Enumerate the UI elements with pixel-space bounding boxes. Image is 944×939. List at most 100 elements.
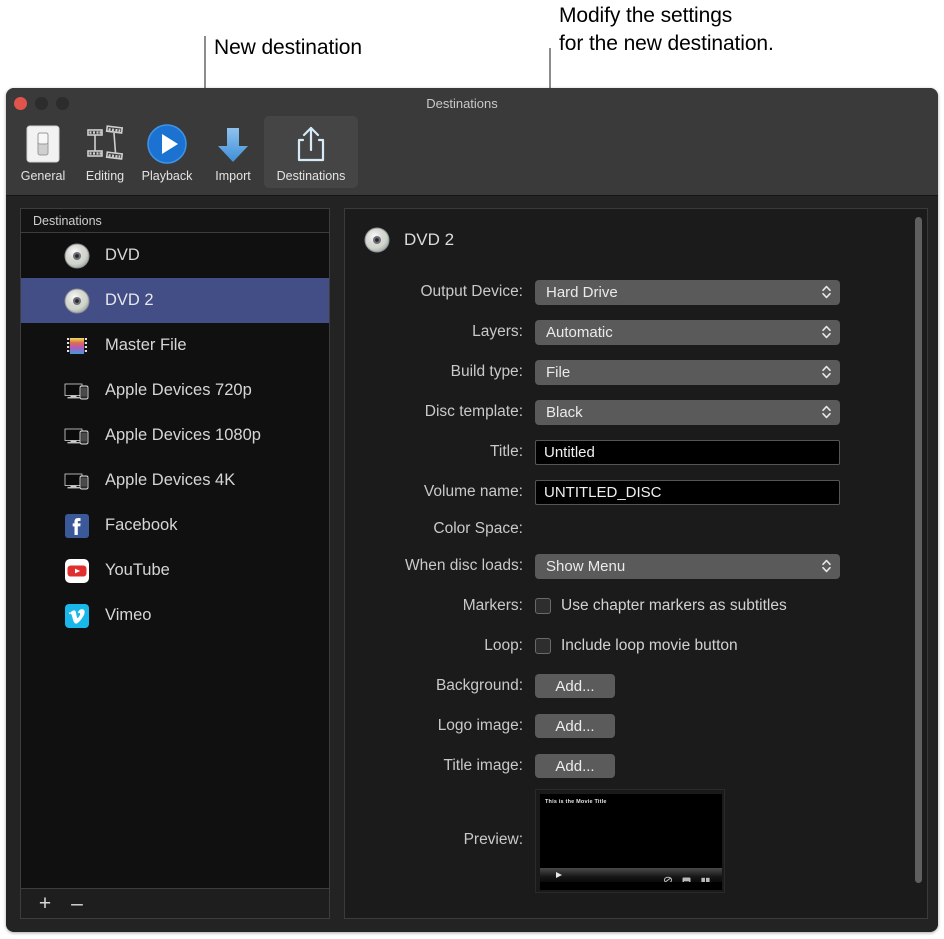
list-item-dvd-2-label: DVD 2: [105, 291, 154, 310]
output-device-value: Hard Drive: [546, 284, 618, 301]
youtube-icon: [63, 557, 91, 585]
window-toolbar: Destinations General: [6, 88, 938, 196]
switch-icon: [23, 120, 63, 168]
list-item-youtube[interactable]: YouTube: [21, 548, 329, 593]
title-image-label: Title image:: [345, 757, 535, 775]
down-arrow-icon: [211, 120, 255, 168]
destinations-list-header-label: Destinations: [33, 214, 102, 228]
list-item-apple-devices-720p[interactable]: Apple Devices 720p: [21, 368, 329, 413]
row-title: Title: Untitled: [345, 432, 927, 472]
when-disc-loads-label: When disc loads:: [345, 557, 535, 575]
row-output-device: Output Device: Hard Drive: [345, 272, 927, 312]
close-button[interactable]: [14, 97, 27, 110]
toolbar-item-editing-label: Editing: [86, 169, 124, 183]
list-item-dvd[interactable]: DVD: [21, 233, 329, 278]
list-item-dvd-label: DVD: [105, 246, 140, 265]
logo-image-add-button[interactable]: Add...: [535, 714, 615, 738]
devices-icon: [63, 422, 91, 450]
window-title: Destinations: [6, 96, 938, 111]
minimize-button[interactable]: [35, 97, 48, 110]
remove-destination-button[interactable]: –: [64, 892, 90, 916]
toolbar-item-editing[interactable]: Editing: [74, 116, 136, 188]
chevron-updown-icon: [821, 364, 832, 380]
list-item-youtube-label: YouTube: [105, 561, 170, 580]
title-label: Title:: [345, 443, 535, 461]
markers-checkbox-row[interactable]: Use chapter markers as subtitles: [535, 597, 867, 615]
output-device-select[interactable]: Hard Drive: [535, 280, 840, 305]
filmstrip-icon: [83, 120, 127, 168]
settings-header: DVD 2: [345, 209, 927, 254]
output-device-label: Output Device:: [345, 283, 535, 301]
devices-icon: [63, 467, 91, 495]
row-color-space: Color Space:: [345, 512, 927, 546]
disc-template-label: Disc template:: [345, 403, 535, 421]
layers-select[interactable]: Automatic: [535, 320, 840, 345]
play-circle-icon: [145, 120, 189, 168]
list-item-apple-devices-1080p[interactable]: Apple Devices 1080p: [21, 413, 329, 458]
row-build-type: Build type: File: [345, 352, 927, 392]
list-item-apple-devices-4k[interactable]: Apple Devices 4K: [21, 458, 329, 503]
preview-menu-bar: [540, 868, 722, 882]
play-icon: [556, 872, 562, 878]
markers-label: Markers:: [345, 597, 535, 615]
list-item-facebook[interactable]: Facebook: [21, 503, 329, 548]
chevron-updown-icon: [821, 284, 832, 300]
title-value: Untitled: [544, 444, 595, 461]
row-loop: Loop: Include loop movie button: [345, 626, 927, 666]
markers-checkbox[interactable]: [535, 598, 551, 614]
app-window: Destinations General: [6, 88, 938, 932]
disc-icon: [63, 287, 91, 315]
list-item-vimeo-label: Vimeo: [105, 606, 151, 625]
settings-heading: DVD 2: [404, 230, 454, 250]
filmstrip-color-icon: [63, 332, 91, 360]
when-disc-loads-select[interactable]: Show Menu: [535, 554, 840, 579]
title-image-add-button[interactable]: Add...: [535, 754, 615, 778]
list-item-master-file[interactable]: Master File: [21, 323, 329, 368]
destination-settings-panel: DVD 2 Output Device: Hard Drive: [344, 208, 928, 919]
list-item-vimeo[interactable]: Vimeo: [21, 593, 329, 638]
share-icon: [289, 120, 333, 168]
destinations-list-header: Destinations: [21, 209, 329, 233]
list-item-facebook-label: Facebook: [105, 516, 177, 535]
toolbar-item-playback-label: Playback: [142, 169, 193, 183]
vimeo-icon: [63, 602, 91, 630]
volume-name-input[interactable]: UNTITLED_DISC: [535, 480, 840, 505]
settings-scrollbar-thumb[interactable]: [915, 217, 922, 883]
loop-checkbox-row[interactable]: Include loop movie button: [535, 637, 867, 655]
toolbar-item-destinations-label: Destinations: [277, 169, 346, 183]
toolbar-item-destinations[interactable]: Destinations: [264, 116, 358, 188]
title-input[interactable]: Untitled: [535, 440, 840, 465]
settings-scrollbar[interactable]: [915, 217, 922, 883]
preview-thumbnail[interactable]: This is the Movie Title: [535, 789, 725, 893]
toolbar-item-import[interactable]: Import: [202, 116, 264, 188]
zoom-button[interactable]: [56, 97, 69, 110]
chevron-updown-icon: [821, 558, 832, 574]
disc-template-value: Black: [546, 404, 583, 421]
loop-checkbox[interactable]: [535, 638, 551, 654]
toolbar-item-general[interactable]: General: [12, 116, 74, 188]
row-volume-name: Volume name: UNTITLED_DISC: [345, 472, 927, 512]
destinations-sidebar: Destinations: [20, 208, 330, 919]
disc-template-select[interactable]: Black: [535, 400, 840, 425]
list-item-dvd-2[interactable]: DVD 2: [21, 278, 329, 323]
logo-image-label: Logo image:: [345, 717, 535, 735]
add-destination-button[interactable]: +: [32, 892, 58, 916]
disc-icon: [363, 226, 391, 254]
callout-new-destination: New destination: [214, 34, 362, 62]
toolbar-item-import-label: Import: [215, 169, 250, 183]
background-add-button[interactable]: Add...: [535, 674, 615, 698]
background-label: Background:: [345, 677, 535, 695]
row-disc-template: Disc template: Black: [345, 392, 927, 432]
callout-modify-settings: Modify the settings for the new destinat…: [559, 2, 774, 58]
when-disc-loads-value: Show Menu: [546, 558, 625, 575]
preview-screen: [540, 794, 722, 868]
volume-name-value: UNTITLED_DISC: [544, 484, 662, 501]
build-type-label: Build type:: [345, 363, 535, 381]
row-preview: Preview: This is the Movie Title: [345, 786, 927, 894]
toolbar-item-playback[interactable]: Playback: [136, 116, 198, 188]
build-type-select[interactable]: File: [535, 360, 840, 385]
list-item-master-file-label: Master File: [105, 336, 187, 355]
window-title-text: Destinations: [426, 96, 498, 111]
list-item-apple-devices-1080p-label: Apple Devices 1080p: [105, 426, 261, 445]
facebook-icon: [63, 512, 91, 540]
